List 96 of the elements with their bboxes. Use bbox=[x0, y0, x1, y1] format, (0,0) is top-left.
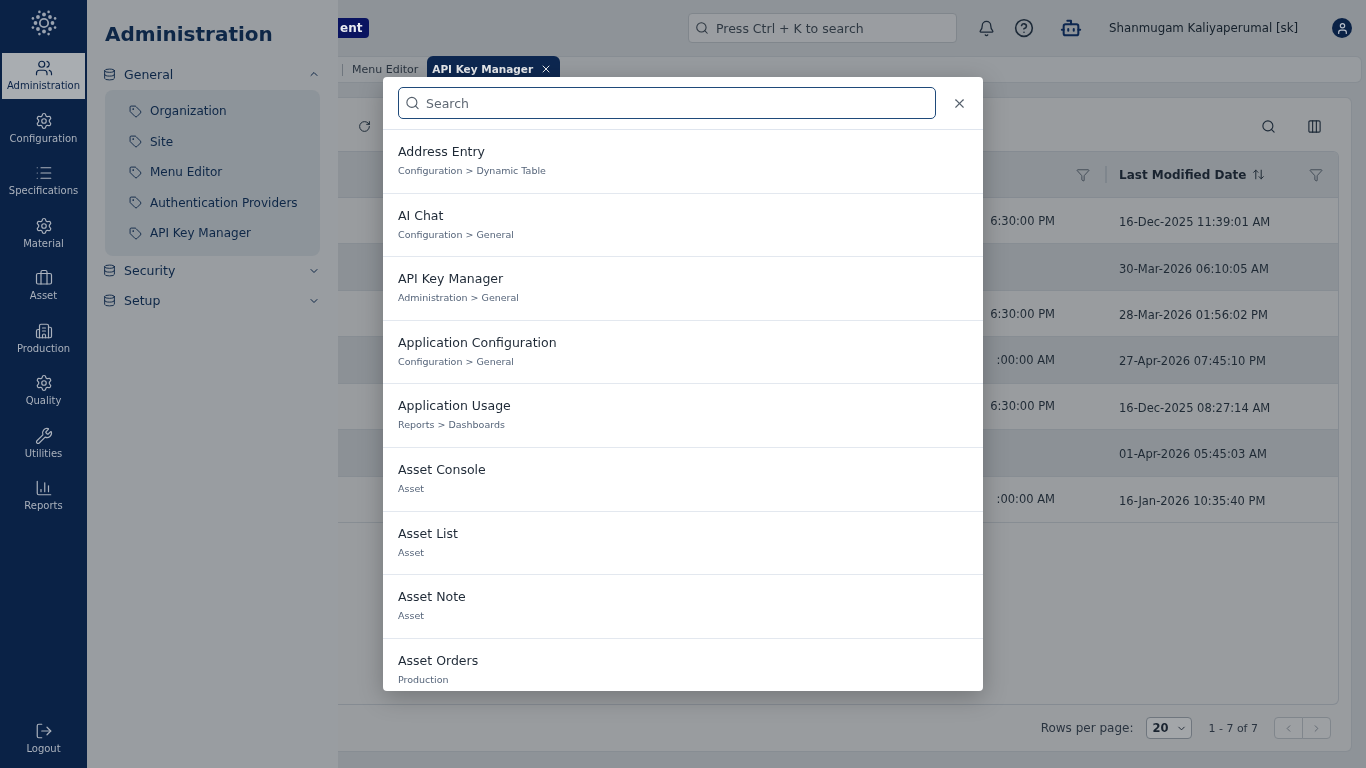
section-label: Setup bbox=[124, 293, 162, 308]
table-cell: 6:30:00 PM bbox=[990, 399, 1055, 414]
search-button[interactable] bbox=[1261, 119, 1276, 134]
help-button[interactable] bbox=[1014, 18, 1034, 38]
result-path: Asset bbox=[398, 482, 424, 495]
section-header[interactable]: Security bbox=[103, 255, 320, 286]
search-result-link[interactable]: Application Usage bbox=[398, 397, 511, 416]
submenu-link[interactable]: API Key Manager bbox=[105, 218, 320, 249]
search-icon bbox=[695, 21, 709, 35]
result-path: Production bbox=[398, 673, 449, 686]
search-icon bbox=[1261, 119, 1276, 134]
result-path: Asset bbox=[398, 610, 424, 623]
gear-icon bbox=[34, 374, 53, 392]
database-icon bbox=[103, 67, 116, 81]
search-result-link[interactable]: Asset Orders bbox=[398, 651, 479, 670]
result-path: Reports > Dashboards bbox=[398, 419, 505, 432]
result-path: Configuration > Dynamic Table bbox=[398, 165, 546, 177]
submenu-link[interactable]: Menu Editor bbox=[105, 157, 320, 188]
nav-rail-item[interactable]: Administration bbox=[2, 53, 85, 99]
help-icon bbox=[1014, 18, 1034, 38]
notifications-button[interactable] bbox=[978, 19, 995, 37]
table-cell: 16-Dec-2025 11:39:01 AM bbox=[1119, 215, 1271, 230]
nav-rail-item[interactable]: Configuration bbox=[2, 105, 85, 152]
user-name: Shanmugam Kaliyaperumal [sk] bbox=[1109, 21, 1299, 35]
search-icon bbox=[405, 95, 420, 111]
refresh-button[interactable] bbox=[358, 120, 371, 133]
submenu-link[interactable]: Authentication Providers bbox=[105, 187, 320, 218]
search-result-link[interactable]: Asset Note bbox=[398, 588, 466, 607]
search-field[interactable]: Press Ctrl + K to search bbox=[688, 13, 957, 43]
tag-icon bbox=[129, 135, 142, 149]
nav-rail-item[interactable]: Production bbox=[2, 315, 85, 362]
table-cell: :00:00 AM bbox=[996, 352, 1055, 367]
nav-rail-item[interactable]: Material bbox=[2, 210, 85, 257]
logout-button[interactable]: Logout bbox=[2, 716, 85, 762]
gear-icon bbox=[34, 111, 53, 130]
result-path: Administration > General bbox=[398, 292, 519, 305]
page-tab[interactable]: Menu Editor bbox=[343, 56, 428, 82]
section-header[interactable]: General bbox=[103, 59, 320, 89]
rows-per-page-select[interactable]: 20 bbox=[1146, 717, 1193, 739]
users-icon bbox=[34, 59, 53, 77]
table-cell: 16-Jan-2026 10:35:40 PM bbox=[1119, 493, 1266, 508]
search-result-link[interactable]: Asset List bbox=[398, 524, 458, 543]
table-cell: 30-Mar-2026 06:10:05 AM bbox=[1119, 261, 1269, 276]
page-range: 1 - 7 of 7 bbox=[1208, 721, 1258, 735]
bar-chart-icon bbox=[34, 479, 53, 497]
rows-per-page-label: Rows per page: bbox=[1040, 721, 1134, 735]
database-icon bbox=[103, 294, 116, 307]
search-result-link[interactable]: Application Configuration bbox=[398, 333, 557, 352]
database-icon bbox=[103, 264, 116, 277]
table-cell: 6:30:00 PM bbox=[990, 306, 1055, 321]
table-cell: :00:00 AM bbox=[996, 492, 1055, 507]
search-result-link[interactable]: Address Entry bbox=[398, 143, 485, 161]
result-path: Configuration > General bbox=[398, 355, 514, 368]
nav-rail-item[interactable]: Quality bbox=[2, 368, 85, 414]
table-cell: 16-Dec-2025 08:27:14 AM bbox=[1119, 400, 1271, 415]
refresh-icon bbox=[358, 120, 371, 133]
result-path: Configuration > General bbox=[398, 228, 514, 241]
sort-icon[interactable] bbox=[1252, 168, 1266, 181]
search-result-link[interactable]: API Key Manager bbox=[398, 270, 504, 289]
panel-title: Administration bbox=[105, 21, 274, 48]
robot-icon bbox=[1060, 17, 1082, 39]
avatar-icon[interactable] bbox=[1332, 18, 1352, 38]
section-label: General bbox=[124, 66, 175, 82]
label-badge: ent bbox=[338, 17, 370, 38]
tag-icon bbox=[129, 196, 142, 210]
briefcase-icon bbox=[34, 269, 53, 287]
tag-icon bbox=[129, 104, 142, 118]
submenu-link[interactable]: Organization bbox=[105, 96, 320, 127]
nav-rail-item[interactable]: Specifications bbox=[2, 158, 85, 204]
list-icon bbox=[34, 164, 53, 182]
table-cell: 01-Apr-2026 05:45:03 AM bbox=[1119, 447, 1267, 462]
submenu-link[interactable]: Site bbox=[105, 126, 320, 157]
search-result-link[interactable]: Asset Console bbox=[398, 460, 486, 479]
tag-icon bbox=[129, 226, 142, 240]
building-icon bbox=[34, 321, 53, 340]
columns-icon bbox=[1307, 119, 1322, 134]
section-label: Security bbox=[124, 263, 177, 278]
wrench-icon bbox=[34, 426, 53, 445]
gear-icon bbox=[34, 216, 53, 235]
result-path: Asset bbox=[398, 546, 424, 559]
table-cell: 28-Mar-2026 01:56:02 PM bbox=[1119, 308, 1268, 323]
search-field[interactable]: Search bbox=[398, 87, 936, 119]
column-header[interactable]: Last Modified Date bbox=[1119, 167, 1247, 182]
bell-icon bbox=[978, 19, 995, 37]
nav-rail-item[interactable]: Reports bbox=[2, 473, 85, 519]
nav-rail-item[interactable]: Utilities bbox=[2, 420, 85, 467]
columns-button[interactable] bbox=[1307, 119, 1322, 134]
search-result-link[interactable]: AI Chat bbox=[398, 206, 444, 225]
table-cell: 6:30:00 PM bbox=[990, 213, 1055, 228]
nav-rail-item[interactable]: Asset bbox=[2, 263, 85, 309]
tag-icon bbox=[129, 165, 142, 179]
table-cell: 27-Apr-2026 07:45:10 PM bbox=[1119, 354, 1266, 369]
assistant-button[interactable] bbox=[1060, 17, 1082, 39]
logo-icon bbox=[29, 9, 58, 37]
logout-icon bbox=[34, 722, 53, 740]
section-header[interactable]: Setup bbox=[103, 285, 320, 316]
